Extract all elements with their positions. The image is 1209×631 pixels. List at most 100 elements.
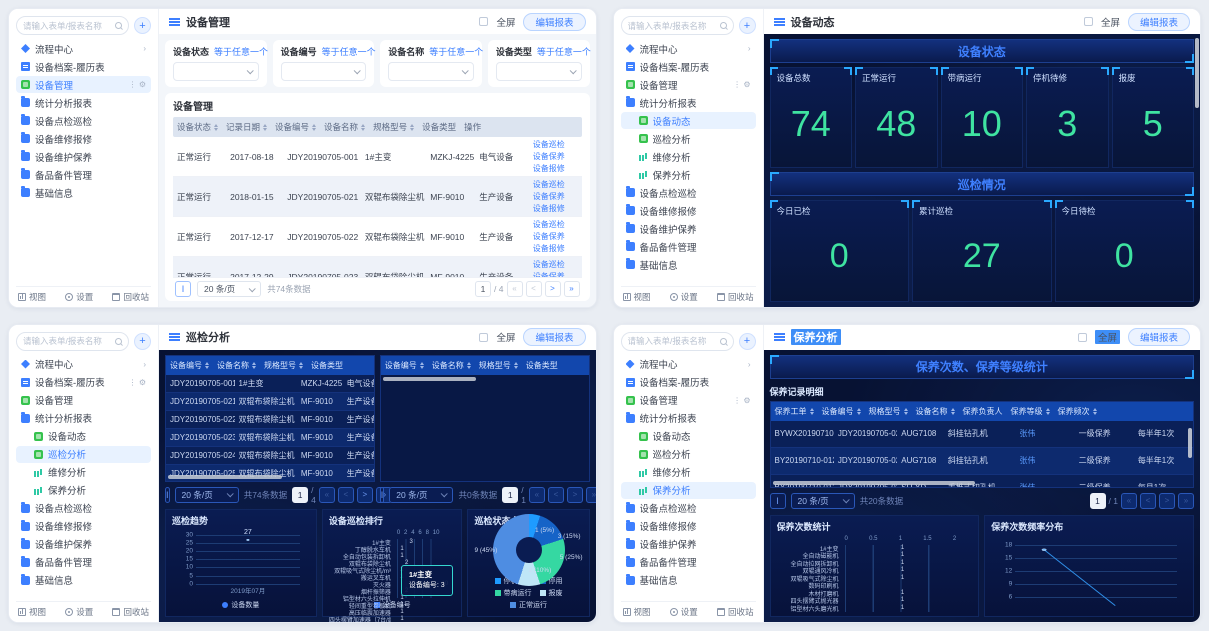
sidebar-item[interactable]: 设备维修报修 (16, 130, 151, 147)
cell-owner-link[interactable]: 张伟 (1016, 475, 1075, 488)
search-input[interactable] (23, 21, 112, 31)
column-settings-icon[interactable]: I (770, 493, 786, 509)
sidebar-item[interactable]: 巡检分析 (16, 446, 151, 463)
pager-button[interactable]: » (564, 281, 580, 297)
page-size-select[interactable]: 20 条/页 (197, 281, 261, 297)
sidebar-item[interactable]: 统计分析报表 (16, 94, 151, 111)
legend-item[interactable]: 带病运行 (495, 588, 532, 598)
add-button[interactable]: + (134, 17, 151, 34)
donut-chart[interactable] (493, 514, 565, 586)
sidebar-item[interactable]: 设备档案-履历表 (621, 58, 756, 75)
filter-operator[interactable]: 等于任意一个 (429, 45, 483, 58)
bar-row[interactable]: 铝型材六头磨光机 1 (777, 605, 973, 612)
sort-icon[interactable] (361, 124, 365, 131)
column-settings-icon[interactable]: I (175, 281, 191, 297)
pager-button[interactable]: < (526, 281, 542, 297)
sidebar-item[interactable]: 统计分析报表 (621, 410, 756, 427)
sidebar-item[interactable]: 流程中心 › (16, 356, 151, 373)
sidebar-footer-item[interactable]: 回收站 (112, 291, 149, 303)
sidebar-item[interactable]: 统计分析报表 (16, 410, 151, 427)
sidebar-item[interactable]: 设备点检巡检 (621, 500, 756, 517)
sidebar-item[interactable]: 设备管理 ⋮ ⚙ (621, 392, 756, 409)
current-page[interactable]: 1 (502, 487, 518, 503)
filter-select[interactable] (388, 62, 474, 81)
sort-icon[interactable] (205, 362, 209, 369)
filter-select[interactable] (281, 62, 367, 81)
vertical-scrollbar[interactable] (1188, 428, 1192, 458)
sidebar-item[interactable]: 设备维护保养 (16, 148, 151, 165)
table-header-cell[interactable]: 设备状态 (173, 117, 222, 137)
fullscreen-checkbox[interactable] (479, 17, 488, 26)
sidebar-item[interactable]: 备品备件管理 (621, 238, 756, 255)
table-header-cell[interactable]: 设备类型 (522, 356, 562, 375)
sort-icon[interactable] (514, 362, 518, 369)
search-input[interactable] (628, 336, 717, 346)
sidebar-item[interactable]: 设备点检巡检 (621, 184, 756, 201)
operation-link[interactable]: 设备报修 (533, 243, 565, 254)
operation-link[interactable]: 设备巡检 (533, 219, 565, 230)
legend-item[interactable]: 设备数量 (222, 600, 259, 610)
sidebar-item[interactable]: 流程中心 › (621, 356, 756, 373)
pager-button[interactable]: < (1140, 493, 1156, 509)
sidebar-item[interactable]: 备品备件管理 (16, 166, 151, 183)
cell-owner-link[interactable]: 张伟 (1016, 421, 1075, 447)
table-header-cell[interactable]: 规格型号 (865, 402, 912, 421)
pager-button[interactable]: > (545, 281, 561, 297)
operation-link[interactable]: 设备报修 (533, 203, 565, 214)
sidebar-item[interactable]: 设备维修报修 (621, 202, 756, 219)
table-header-cell[interactable]: 设备名称 (320, 117, 369, 137)
filter-operator[interactable]: 等于任意一个 (214, 45, 268, 58)
current-page[interactable]: 1 (475, 281, 491, 297)
filter-operator[interactable]: 等于任意一个 (537, 45, 591, 58)
sidebar-item[interactable]: 设备维护保养 (621, 536, 756, 553)
filter-select[interactable] (496, 62, 582, 81)
sort-icon[interactable] (951, 408, 955, 415)
sidebar-item-extra-icons[interactable]: › (748, 360, 751, 369)
form-menu-icon[interactable] (169, 18, 180, 26)
cell-owner-link[interactable]: 张伟 (1016, 448, 1075, 474)
operation-link[interactable]: 设备报修 (533, 163, 565, 174)
sidebar-item[interactable]: 统计分析报表 (621, 94, 756, 111)
sidebar-footer-item[interactable]: 设置 (670, 291, 698, 303)
edit-report-button[interactable]: 编辑报表 (523, 328, 585, 346)
sort-icon[interactable] (904, 408, 908, 415)
sort-icon[interactable] (857, 408, 861, 415)
sidebar-item-extra-icons[interactable]: ⋮ ⚙ (129, 378, 146, 387)
filter-operator[interactable]: 等于任意一个 (322, 45, 376, 58)
sidebar-item[interactable]: 设备档案-履历表 (16, 58, 151, 75)
table-header-cell[interactable]: 设备编号 (271, 117, 320, 137)
sidebar-item[interactable]: 设备点检巡检 (16, 112, 151, 129)
pager-button[interactable]: « (319, 487, 335, 503)
sidebar-item[interactable]: 设备维修报修 (621, 518, 756, 535)
sidebar-item[interactable]: 设备点检巡检 (16, 500, 151, 517)
pager-button[interactable]: « (507, 281, 523, 297)
legend-item[interactable]: 报废 (540, 588, 563, 598)
bar-row[interactable]: 四头摆臂加速器（7台/组） 1 (329, 616, 456, 623)
table-header-cell[interactable]: 保养负责人 (959, 402, 1007, 421)
operation-link[interactable]: 设备保养 (533, 231, 565, 242)
horizontal-scrollbar[interactable] (773, 481, 976, 485)
sidebar-item[interactable]: 维修分析 (621, 464, 756, 481)
fullscreen-checkbox[interactable] (479, 333, 488, 342)
sidebar-footer-item[interactable]: 回收站 (717, 606, 754, 618)
filter-select[interactable] (173, 62, 259, 81)
table-header-cell[interactable]: 设备名称 (912, 402, 959, 421)
page-size-select[interactable]: 20 条/页 (791, 493, 855, 509)
sort-icon[interactable] (263, 124, 267, 131)
operation-link[interactable]: 设备保养 (533, 191, 565, 202)
sidebar-item[interactable]: 设备管理 ⋮ ⚙ (16, 76, 151, 93)
sidebar-footer-item[interactable]: 视图 (18, 606, 46, 618)
sidebar-footer-item[interactable]: 视图 (623, 606, 651, 618)
form-menu-icon[interactable] (774, 18, 785, 26)
table-header-cell[interactable]: 规格型号 (260, 356, 307, 375)
operation-link[interactable]: 设备巡检 (533, 179, 565, 190)
sidebar-item[interactable]: 备品备件管理 (621, 554, 756, 571)
sidebar-item[interactable]: 巡检分析 (621, 130, 756, 147)
sidebar-item-extra-icons[interactable]: › (748, 44, 751, 53)
sort-icon[interactable] (467, 362, 471, 369)
horizontal-scrollbar[interactable] (383, 377, 476, 381)
edit-report-button[interactable]: 编辑报表 (523, 13, 585, 31)
table-header-cell[interactable]: 设备编号 (166, 356, 213, 375)
sort-icon[interactable] (420, 362, 424, 369)
sidebar-item-extra-icons[interactable]: ⋮ ⚙ (733, 80, 750, 89)
